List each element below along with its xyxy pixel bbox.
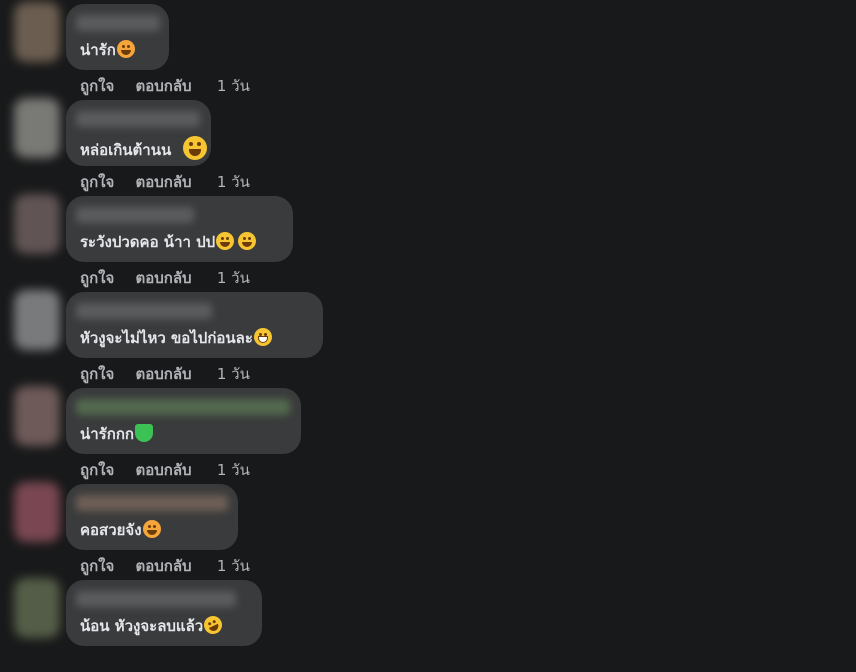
comment-text: หล่อเกินต้านน (80, 136, 208, 160)
grinning-sweat-face-icon (238, 232, 257, 250)
grinning-squinting-face-icon (183, 136, 208, 160)
grimacing-face-icon (253, 328, 272, 346)
green-heart-icon (134, 424, 153, 442)
smiling-face-with-hearts-icon (142, 520, 161, 538)
comment-actions: ถูกใจ ตอบกลับ 1 วัน (80, 458, 266, 482)
comment-bubble: คอสวยจัง (66, 484, 238, 550)
comment-item: คอสวยจัง ถูกใจ ตอบกลับ 1 วัน (0, 480, 856, 576)
comment-text: ระวังปวดคอ น้าา ปป (80, 232, 257, 252)
smiling-face-with-hearts-icon (116, 40, 135, 58)
avatar[interactable] (14, 482, 60, 542)
timestamp[interactable]: 1 วัน (217, 461, 250, 479)
reply-button[interactable]: ตอบกลับ (136, 557, 192, 575)
comment-text: น่ารัก (80, 40, 135, 60)
like-button[interactable]: ถูกใจ (80, 269, 114, 287)
avatar[interactable] (14, 386, 60, 446)
avatar[interactable] (14, 98, 60, 158)
commenter-name-blurred[interactable] (76, 591, 236, 607)
like-button[interactable]: ถูกใจ (80, 461, 114, 479)
comment-bubble: ระวังปวดคอ น้าา ปป (66, 196, 293, 262)
reply-button[interactable]: ตอบกลับ (136, 173, 192, 191)
comment-item: น่ารักกก ถูกใจ ตอบกลับ 1 วัน (0, 384, 856, 480)
avatar[interactable] (14, 2, 60, 62)
timestamp[interactable]: 1 วัน (217, 365, 250, 383)
avatar[interactable] (14, 578, 60, 638)
timestamp[interactable]: 1 วัน (217, 269, 250, 287)
like-button[interactable]: ถูกใจ (80, 77, 114, 95)
comment-bubble: หล่อเกินต้านน (66, 100, 211, 166)
comment-bubble: น้อน หัวงูจะลบแล้ว (66, 580, 262, 646)
comment-actions: ถูกใจ ตอบกลับ 1 วัน (80, 74, 266, 98)
comment-item: น้อน หัวงูจะลบแล้ว (0, 576, 856, 672)
reply-button[interactable]: ตอบกลับ (136, 365, 192, 383)
comment-item: น่ารัก ถูกใจ ตอบกลับ 1 วัน (0, 0, 856, 96)
comment-actions: ถูกใจ ตอบกลับ 1 วัน (80, 266, 266, 290)
timestamp[interactable]: 1 วัน (217, 173, 250, 191)
commenter-name-blurred[interactable] (76, 207, 194, 223)
grinning-sweat-face-icon (216, 232, 235, 250)
like-button[interactable]: ถูกใจ (80, 173, 114, 191)
comment-item: หล่อเกินต้านน ถูกใจ ตอบกลับ 1 วัน (0, 96, 856, 192)
comment-text: คอสวยจัง (80, 520, 161, 540)
comment-actions: ถูกใจ ตอบกลับ 1 วัน (80, 554, 266, 578)
comment-text: น่ารักกก (80, 424, 153, 444)
commenter-name-blurred[interactable] (76, 303, 212, 319)
comment-actions: ถูกใจ ตอบกลับ 1 วัน (80, 362, 266, 386)
comment-bubble: น่ารัก (66, 4, 169, 70)
commenter-name-blurred[interactable] (76, 495, 228, 511)
comment-bubble: หัวงูจะไม่ไหว ขอไปก่อนละ (66, 292, 323, 358)
reply-button[interactable]: ตอบกลับ (136, 77, 192, 95)
comment-text: น้อน หัวงูจะลบแล้ว (80, 613, 226, 637)
timestamp[interactable]: 1 วัน (217, 557, 250, 575)
timestamp[interactable]: 1 วัน (217, 77, 250, 95)
comment-text: หัวงูจะไม่ไหว ขอไปก่อนละ (80, 328, 272, 348)
commenter-name-blurred[interactable] (76, 111, 200, 127)
comment-item: ระวังปวดคอ น้าา ปป ถูกใจ ตอบกลับ 1 วัน (0, 192, 856, 288)
commenter-name-blurred[interactable] (76, 15, 160, 31)
like-button[interactable]: ถูกใจ (80, 365, 114, 383)
reply-button[interactable]: ตอบกลับ (136, 269, 192, 287)
reply-button[interactable]: ตอบกลับ (136, 461, 192, 479)
like-button[interactable]: ถูกใจ (80, 557, 114, 575)
avatar[interactable] (14, 290, 60, 350)
avatar[interactable] (14, 194, 60, 254)
commenter-name-blurred[interactable] (76, 399, 290, 415)
rolling-on-floor-laughing-icon (201, 613, 226, 637)
comment-bubble: น่ารักกก (66, 388, 301, 454)
comment-item: หัวงูจะไม่ไหว ขอไปก่อนละ ถูกใจ ตอบกลับ 1… (0, 288, 856, 384)
comment-actions: ถูกใจ ตอบกลับ 1 วัน (80, 170, 266, 194)
